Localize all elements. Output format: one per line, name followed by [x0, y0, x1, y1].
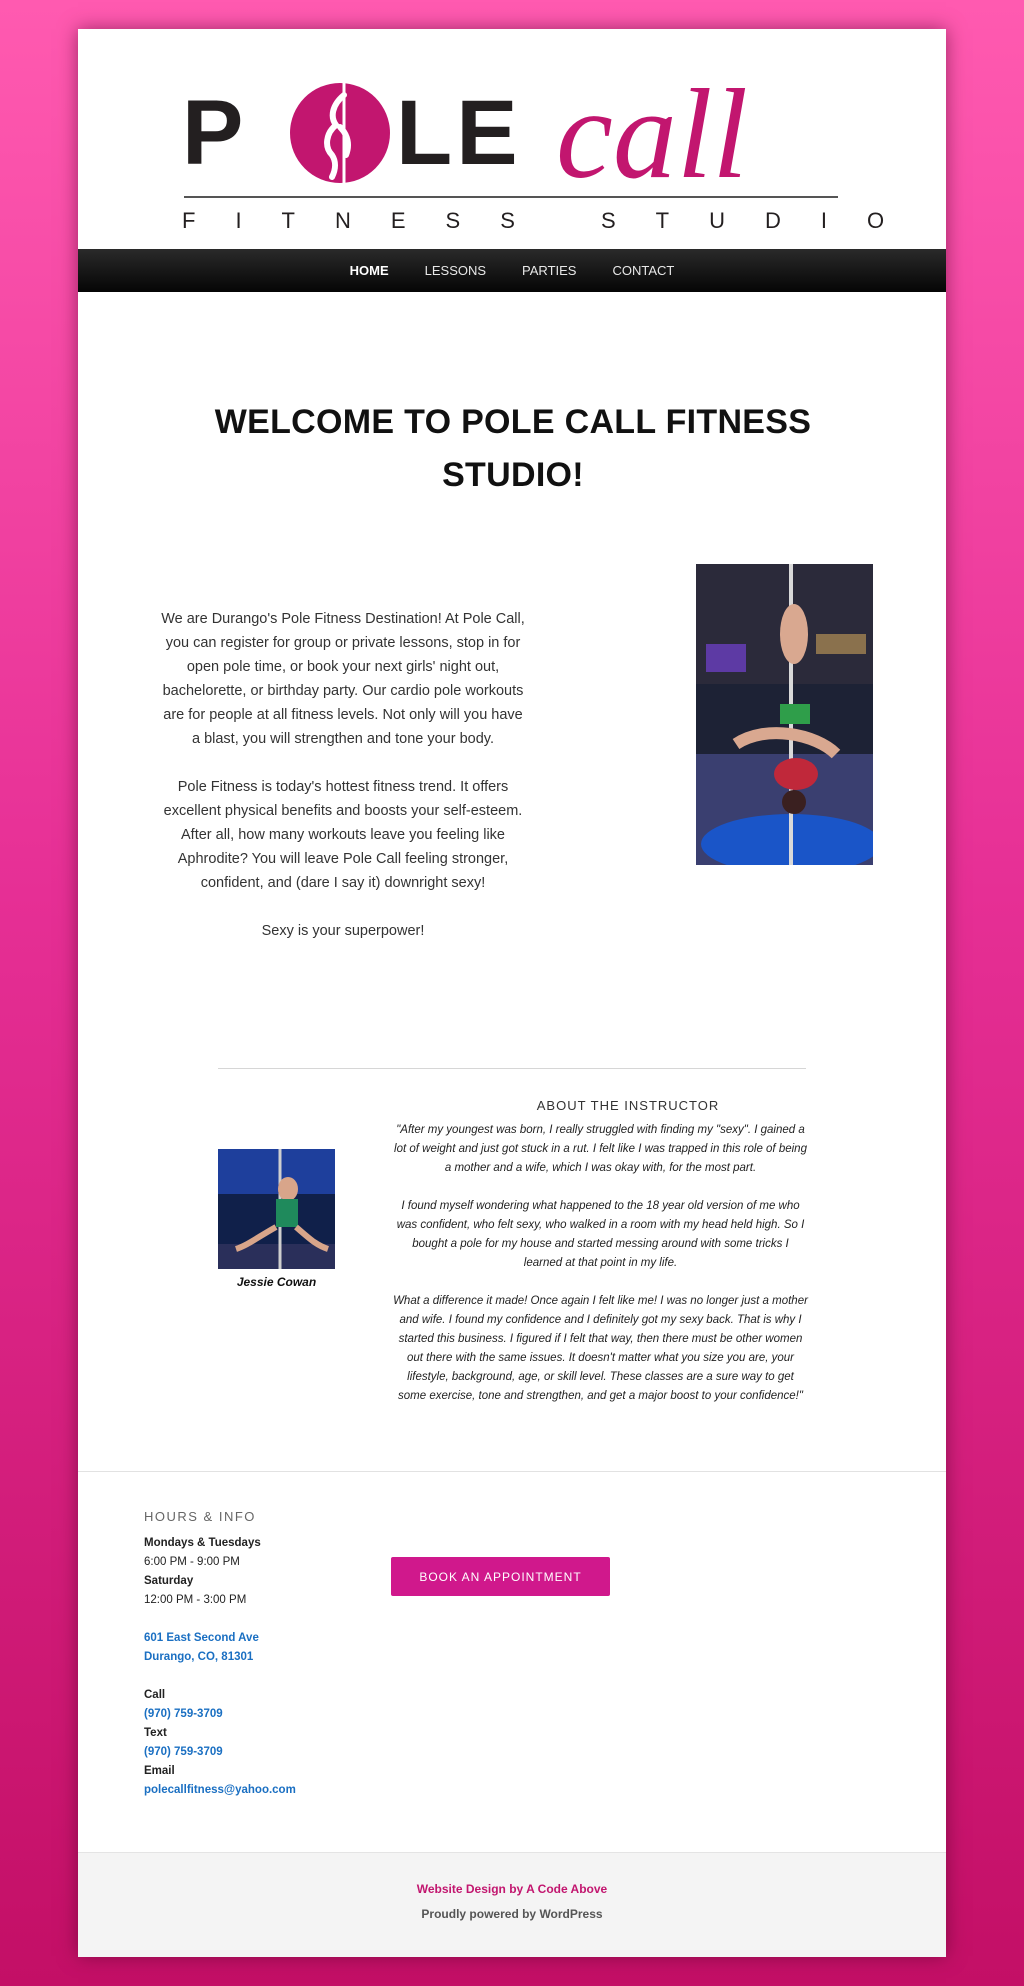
- text-number-link[interactable]: (970) 759-3709: [144, 1743, 394, 1762]
- about-paragraph-2: I found myself wondering what happened t…: [396, 1200, 805, 1269]
- text-label: Text: [144, 1727, 167, 1739]
- instructor-photo-image: [218, 1149, 335, 1269]
- address-line-1-link[interactable]: 601 East Second Ave: [144, 1629, 394, 1648]
- intro-paragraph-3: Sexy is your superpower!: [261, 923, 425, 939]
- intro-text: We are Durango's Pole Fitness Destinatio…: [158, 607, 528, 967]
- wordpress-link[interactable]: Proudly powered by WordPress: [421, 1907, 602, 1921]
- site-logo[interactable]: P LE call FITNESS STUDIO: [78, 29, 946, 249]
- call-number-link[interactable]: (970) 759-3709: [144, 1705, 394, 1724]
- hours-day-2: Saturday: [144, 1575, 194, 1587]
- logo-graphic: P LE call FITNESS STUDIO: [182, 63, 924, 233]
- nav-item-parties[interactable]: PARTIES: [504, 249, 594, 292]
- footer-powered: Proudly powered by WordPress: [78, 1907, 946, 1921]
- email-link[interactable]: polecallfitness@yahoo.com: [144, 1781, 394, 1800]
- email-label: Email: [144, 1765, 175, 1777]
- logo-word-call: call: [556, 63, 748, 205]
- intro-paragraph-2: Pole Fitness is today's hottest fitness …: [163, 779, 523, 891]
- hours-time-2: 12:00 PM - 3:00 PM: [144, 1594, 247, 1606]
- pole-dancer-photo[interactable]: [696, 564, 873, 865]
- page-container: P LE call FITNESS STUDIO HOME LESSONS PA…: [78, 29, 946, 1957]
- footer-widget-divider: [78, 1471, 946, 1472]
- nav-item-lessons[interactable]: LESSONS: [407, 249, 504, 292]
- intro-paragraph-1: We are Durango's Pole Fitness Destinatio…: [161, 611, 525, 747]
- logo-letter-p: P: [182, 82, 245, 184]
- instructor-photo[interactable]: [218, 1149, 335, 1269]
- pole-dancer-photo-image: [696, 564, 873, 865]
- about-quote: "After my youngest was born, I really st…: [393, 1121, 808, 1425]
- page-title: WELCOME TO POLE CALL FITNESS STUDIO!: [214, 403, 812, 494]
- section-divider: [218, 1068, 806, 1069]
- about-paragraph-3: What a difference it made! Once again I …: [393, 1295, 808, 1402]
- book-appointment-button[interactable]: BOOK AN APPOINTMENT: [391, 1557, 610, 1596]
- hours-title: HOURS & INFO: [144, 1509, 256, 1524]
- instructor-name: Jessie Cowan: [236, 1275, 317, 1289]
- hours-info: HOURS & INFO Mondays & Tuesdays 6:00 PM …: [144, 1507, 394, 1800]
- hours-day-1: Mondays & Tuesdays: [144, 1537, 261, 1549]
- hours-time-1: 6:00 PM - 9:00 PM: [144, 1556, 240, 1568]
- main-nav: HOME LESSONS PARTIES CONTACT: [78, 249, 946, 292]
- about-paragraph-1: "After my youngest was born, I really st…: [394, 1124, 807, 1174]
- logo-tagline: FITNESS STUDIO: [182, 208, 924, 233]
- logo-letters-le: LE: [396, 82, 522, 184]
- about-title: ABOUT THE INSTRUCTOR: [536, 1098, 720, 1113]
- address-line-2-link[interactable]: Durango, CO, 81301: [144, 1648, 394, 1667]
- call-label: Call: [144, 1689, 166, 1701]
- footer-credit-link[interactable]: Website Design by A Code Above: [417, 1882, 607, 1896]
- site-footer: [78, 1852, 946, 1957]
- footer-credit: Website Design by A Code Above: [78, 1882, 946, 1896]
- nav-item-home[interactable]: HOME: [332, 249, 407, 292]
- nav-item-contact[interactable]: CONTACT: [594, 249, 692, 292]
